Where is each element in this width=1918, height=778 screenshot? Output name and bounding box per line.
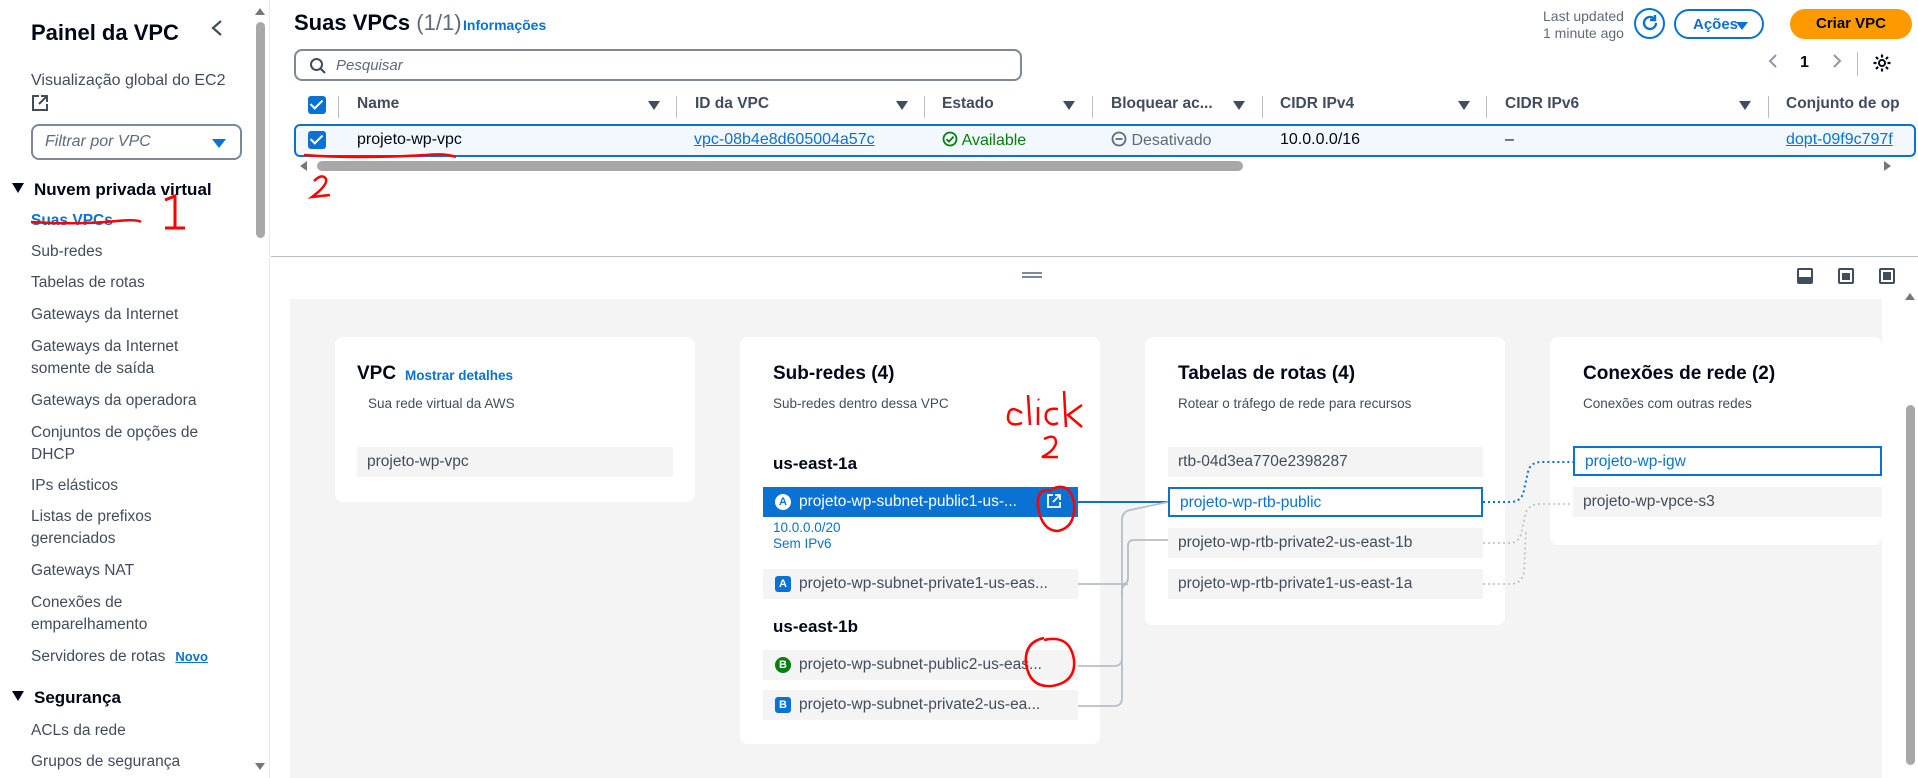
main-scrollbar[interactable]	[1905, 293, 1916, 778]
connector-lines	[1078, 461, 1573, 707]
scrollbar-thumb[interactable]	[1906, 405, 1915, 765]
scroll-up-icon[interactable]	[1905, 293, 1915, 300]
annotation-circle-2	[1024, 636, 1076, 688]
annotation-click-circle	[1006, 390, 1083, 533]
